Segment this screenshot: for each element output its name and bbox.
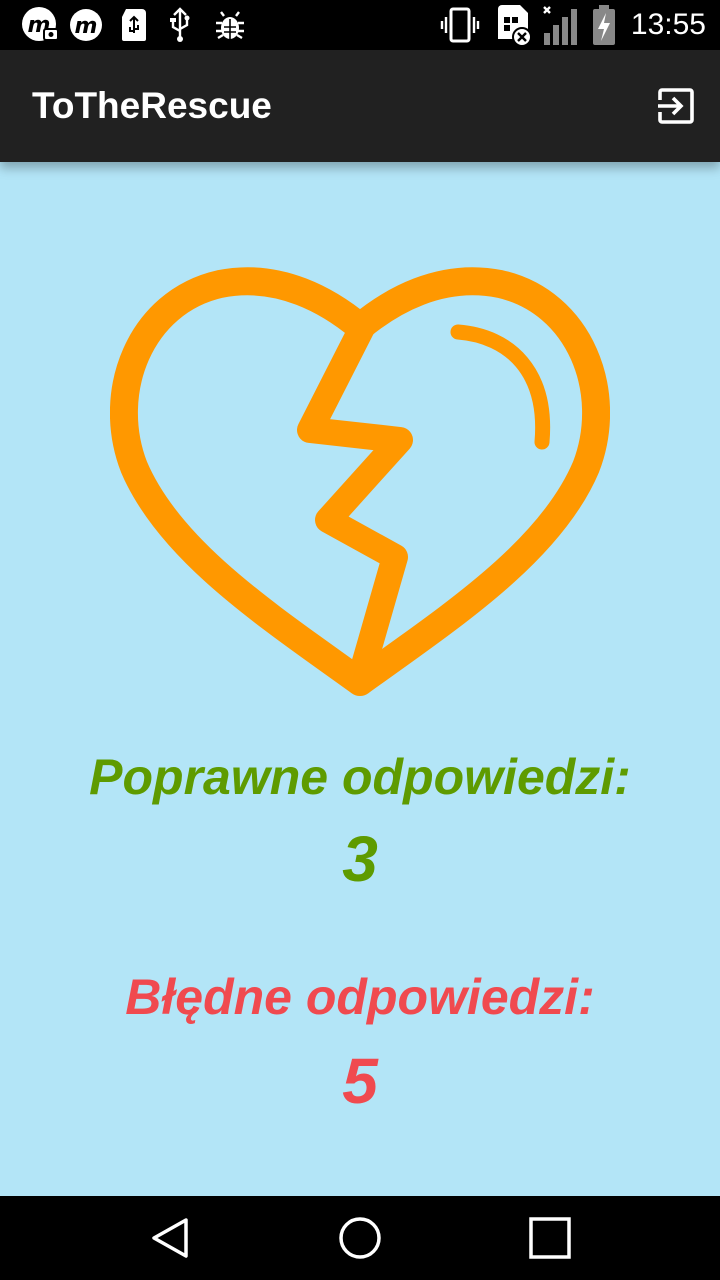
app-bar: ToTheRescue — [0, 50, 720, 162]
vibrate-icon — [440, 0, 480, 50]
logout-icon — [658, 88, 694, 124]
app-title: ToTheRescue — [32, 85, 272, 126]
status-bar: m m 13:55 — [0, 0, 720, 50]
back-button[interactable] — [110, 1196, 230, 1280]
m-notification-icon: m — [68, 0, 104, 50]
m-camera-notification-icon: m — [20, 0, 60, 50]
signal-icon — [540, 0, 584, 50]
correct-answers-value: 3 — [342, 823, 378, 895]
logout-button[interactable] — [652, 82, 700, 130]
sim-card-error-icon — [494, 0, 534, 50]
back-icon — [152, 1218, 188, 1258]
bug-icon — [212, 0, 248, 50]
battery-charging-icon — [590, 0, 618, 50]
home-button[interactable] — [300, 1196, 420, 1280]
sd-card-icon — [120, 0, 148, 50]
wrong-answers-value: 5 — [342, 1045, 378, 1117]
correct-answers-label: Poprawne odpowiedzi: — [89, 749, 631, 805]
wrong-answers-label: Błędne odpowiedzi: — [125, 969, 595, 1025]
recents-button[interactable] — [490, 1196, 610, 1280]
status-clock: 13:55 — [630, 8, 706, 41]
recents-icon — [529, 1217, 571, 1259]
navigation-bar — [0, 1196, 720, 1280]
broken-heart-icon — [109, 262, 611, 702]
svg-text:m: m — [75, 14, 98, 39]
home-icon — [339, 1217, 381, 1259]
usb-icon — [166, 0, 194, 50]
